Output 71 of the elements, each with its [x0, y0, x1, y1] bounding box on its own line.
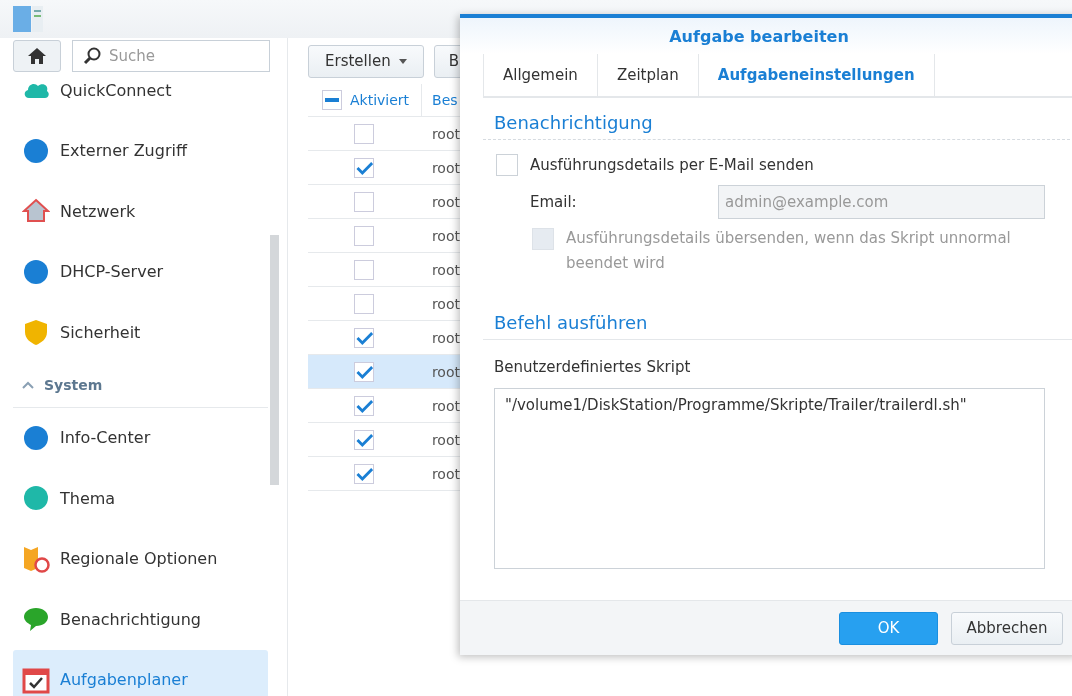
chat-icon	[22, 605, 50, 634]
sidebar-item[interactable]: DHCP-Server	[13, 241, 268, 302]
dialog-title: Aufgabe bearbeiten	[460, 18, 1072, 54]
checkbox[interactable]	[354, 225, 375, 246]
select-all-checkbox[interactable]	[322, 90, 342, 110]
sidebar-item[interactable]: Info-Center	[13, 407, 268, 468]
table-row[interactable]: root	[308, 423, 460, 457]
search-field[interactable]: Suche	[72, 40, 270, 72]
section-header[interactable]: System	[13, 362, 268, 408]
table-cell-text: root	[430, 227, 460, 244]
table-row[interactable]: root	[308, 355, 460, 389]
sidebar-item[interactable]: Benachrichtigung	[13, 589, 268, 650]
table-row[interactable]: root	[308, 151, 460, 185]
toolbar-button[interactable]: Erstellen	[308, 44, 424, 78]
table-cell-text: root	[430, 295, 460, 312]
field-label: Benutzerdefiniertes Skript	[493, 357, 692, 376]
cancel-button[interactable]: Abbrechen	[951, 611, 1063, 645]
table-cell-text: root	[430, 329, 460, 346]
toolbar-button[interactable]: B	[433, 44, 460, 78]
sidebar-item[interactable]: Netzwerk	[13, 181, 268, 242]
table-row[interactable]: root	[308, 185, 460, 219]
section-heading: Befehl ausführen	[493, 311, 649, 335]
home-button[interactable]	[13, 40, 61, 72]
table-row[interactable]: root	[308, 287, 460, 321]
table-row[interactable]: root	[308, 253, 460, 287]
checkbox[interactable]	[354, 429, 375, 450]
table-cell-text: root	[430, 159, 460, 176]
tab[interactable]: Zeitplan	[596, 54, 698, 96]
table-cell-text: root	[430, 193, 460, 210]
checkbox[interactable]	[354, 395, 375, 416]
checkbox[interactable]	[354, 327, 375, 348]
column-header[interactable]: Aktiviert	[350, 92, 410, 108]
sidebar-item[interactable]: Aufgabenplaner	[13, 649, 268, 696]
checkbox[interactable]	[354, 293, 375, 314]
table-row[interactable]: root	[308, 117, 460, 151]
table-row[interactable]: root	[308, 389, 460, 423]
table-cell-text: root	[430, 261, 460, 278]
checkbox[interactable]	[354, 191, 375, 212]
checkbox-label: Ausführungsdetails per E-Mail senden	[530, 156, 814, 174]
caret-icon	[398, 58, 407, 64]
section-heading: Benachrichtigung	[493, 111, 654, 135]
checkbox[interactable]	[354, 157, 375, 178]
table-cell-text: root	[430, 431, 460, 448]
sidebar-item[interactable]: Regionale Optionen	[13, 528, 268, 589]
column-header[interactable]: Bes	[422, 92, 458, 108]
caret-icon	[22, 380, 34, 389]
checkbox[interactable]	[354, 361, 375, 382]
sidebar-item[interactable]: Externer Zugriff	[13, 120, 268, 181]
sidebar-item[interactable]: Thema	[13, 468, 268, 529]
table-cell-text: root	[430, 397, 460, 414]
field-label: Email:	[530, 193, 578, 211]
checkbox[interactable]	[354, 123, 375, 144]
script-field[interactable]: "/volume1/DiskStation/Programme/Skripte/Trailer/trailerdl.sh"	[494, 388, 1045, 569]
checkbox[interactable]	[354, 463, 375, 484]
table-row[interactable]: root	[308, 219, 460, 253]
home-icon	[27, 47, 47, 65]
checkbox[interactable]	[496, 154, 518, 176]
shield-icon	[22, 318, 50, 347]
sidebar-item[interactable]: Sicherheit	[13, 302, 268, 363]
sidebar-item[interactable]: QuickConnect	[13, 74, 268, 121]
scrollbar[interactable]	[270, 235, 279, 485]
map-icon	[22, 544, 50, 573]
checkbox-label: Ausführungsdetails übersenden, wenn das Skript unnormal beendet wird	[566, 228, 1012, 274]
table-row[interactable]: root	[308, 457, 460, 491]
table-cell-text: root	[430, 465, 460, 482]
checkbox[interactable]	[354, 259, 375, 280]
tab[interactable]: Aufgabeneinstellungen	[697, 54, 935, 96]
table-cell-text: root	[430, 125, 460, 142]
table-cell-text: root	[430, 363, 460, 380]
app-icon	[13, 6, 43, 32]
tab[interactable]: Allgemein	[483, 54, 597, 96]
